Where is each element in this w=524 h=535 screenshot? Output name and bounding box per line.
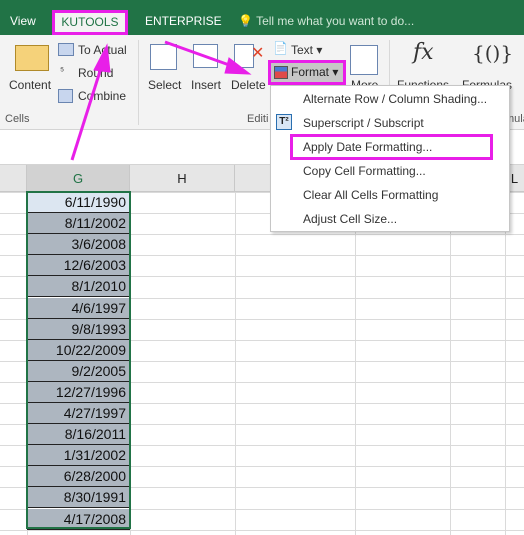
arrowhead: [224, 57, 252, 75]
arrow-to-kutools: [70, 67, 103, 161]
annotation-arrows: [70, 40, 252, 161]
arrow-to-format: [164, 40, 233, 68]
arrowhead: [93, 43, 111, 73]
